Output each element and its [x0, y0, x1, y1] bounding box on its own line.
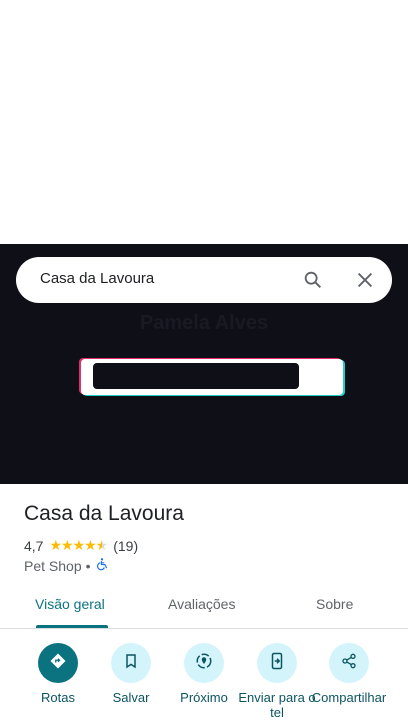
save-label: Salvar — [112, 690, 150, 705]
map-area — [0, 0, 408, 244]
search-bar — [16, 257, 392, 303]
review-count: (19) — [113, 537, 139, 554]
send-to-phone-icon — [269, 652, 285, 675]
tab-reviews[interactable]: Avaliações — [168, 596, 235, 612]
tab-overview[interactable]: Visão geral — [35, 596, 105, 612]
share-label: Compartilhar — [311, 690, 387, 705]
directions-icon — [49, 652, 67, 675]
tab-about[interactable]: Sobre — [316, 596, 353, 612]
directions-label: Rotas — [41, 690, 75, 705]
rating-row[interactable]: 4,7 ★★★★★ (19) — [24, 537, 138, 554]
photo-overlay-text: Pamela Alves — [139, 312, 269, 334]
photo-graphic — [81, 359, 343, 395]
directions-button[interactable]: Rotas — [18, 643, 98, 705]
wheelchair-icon — [95, 557, 109, 574]
send-to-phone-button[interactable]: Enviar para o tel — [237, 643, 317, 720]
rating-value: 4,7 — [24, 537, 44, 554]
send-to-phone-label: Enviar para o tel — [238, 690, 316, 720]
share-button[interactable]: Compartilhar — [309, 643, 389, 705]
close-icon[interactable] — [354, 269, 376, 291]
nearby-icon — [195, 652, 213, 675]
category: Pet Shop — [24, 557, 82, 574]
divider — [0, 628, 408, 629]
nearby-label: Próximo — [180, 690, 228, 705]
search-icon[interactable] — [302, 269, 324, 291]
nearby-button[interactable]: Próximo — [164, 643, 244, 705]
place-title: Casa da Lavoura — [24, 502, 184, 525]
star-rating-icon: ★★★★★ — [49, 537, 108, 553]
save-button[interactable]: Salvar — [91, 643, 171, 705]
share-icon — [341, 653, 357, 674]
search-input[interactable] — [40, 270, 280, 287]
bookmark-icon — [123, 653, 139, 674]
category-row: Pet Shop • — [24, 557, 109, 574]
separator: • — [85, 557, 91, 574]
